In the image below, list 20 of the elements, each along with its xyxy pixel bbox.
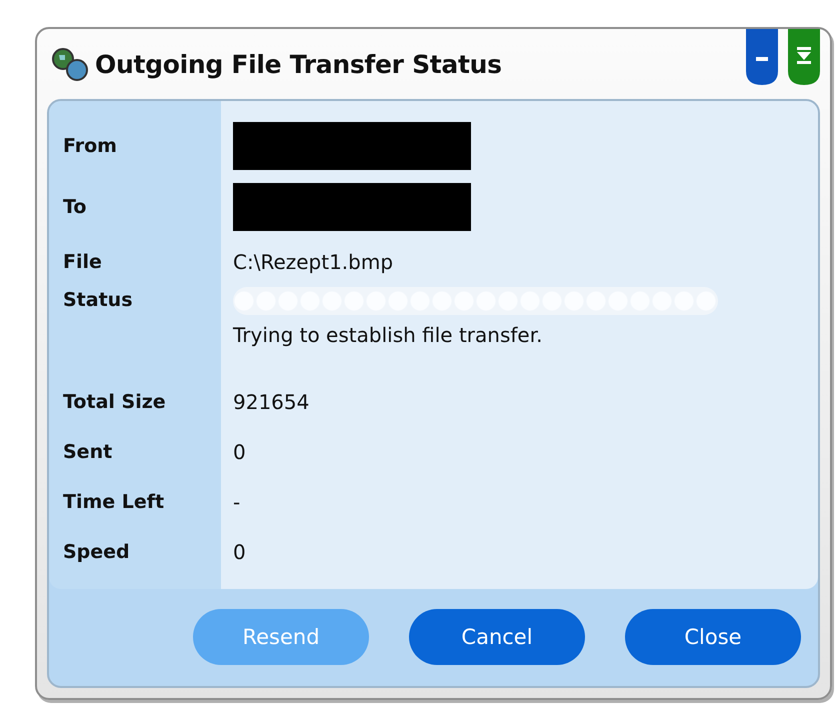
field-value: 0 (233, 440, 246, 464)
field-value: 0 (233, 540, 246, 564)
field-label: Total Size (63, 391, 166, 413)
globes-icon (51, 47, 89, 81)
window-title: Outgoing File Transfer Status (95, 50, 503, 78)
field-label: Status (63, 289, 133, 311)
collapse-button[interactable] (786, 29, 822, 87)
dialog-button[interactable]: Close (625, 609, 801, 665)
field-label: Speed (63, 541, 130, 563)
field-label: Sent (63, 441, 112, 463)
field-value: 921654 (233, 390, 310, 414)
field-label: To (63, 196, 86, 218)
field-value: - (233, 490, 240, 514)
field-label: File (63, 251, 102, 273)
minimize-button[interactable] (744, 29, 780, 87)
field-label: Time Left (63, 491, 164, 513)
dialog-button[interactable]: Cancel (409, 609, 585, 665)
field-label: From (63, 134, 117, 156)
field-value: C:\Rezept1.bmp (233, 250, 394, 274)
status-message: Trying to establish file transfer. (233, 323, 542, 347)
